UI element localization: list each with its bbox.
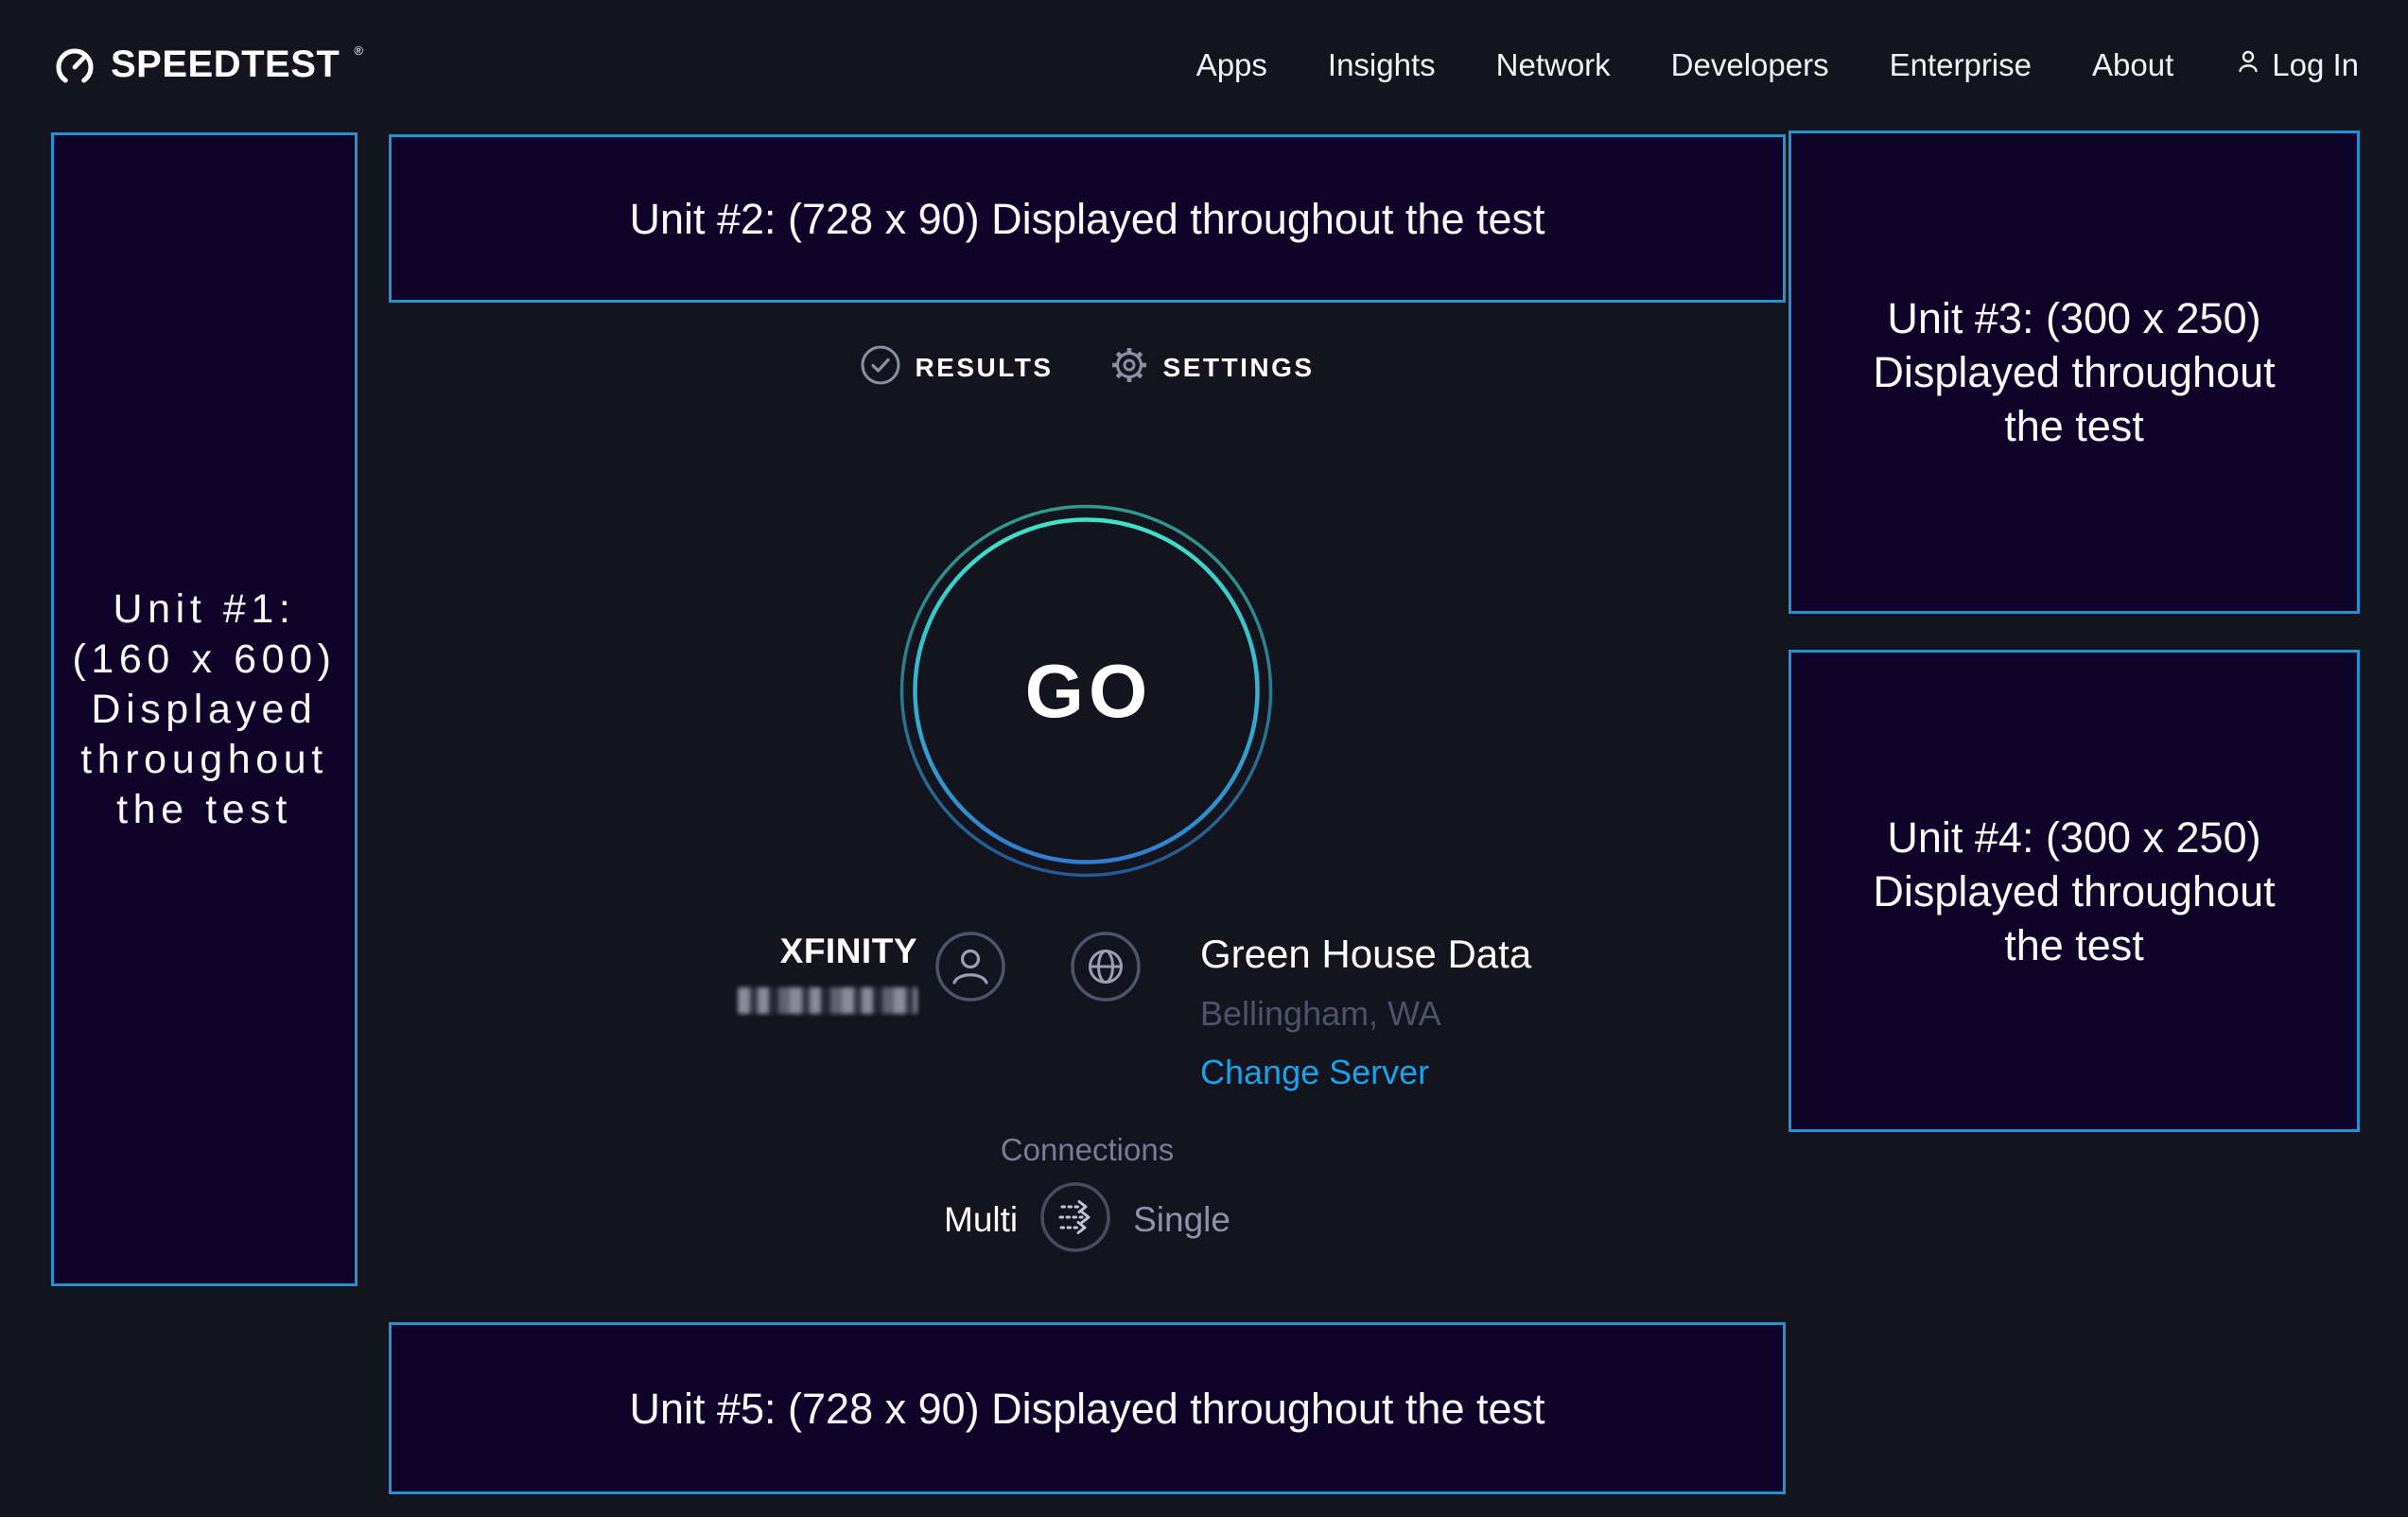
ad-unit-5-leaderboard: Unit #5: (728 x 90) Displayed throughout… <box>389 1322 1786 1494</box>
results-settings-tabs: RESULTS <box>389 344 1786 391</box>
top-nav-bar: SPEEDTEST ® Apps Insights Network Develo… <box>0 0 2408 131</box>
ad-unit-1-skyscraper: Unit #1: (160 x 600) Displayed throughou… <box>51 132 358 1286</box>
go-button[interactable]: GO <box>899 503 1274 879</box>
nav-item-network[interactable]: Network <box>1496 47 1611 83</box>
ad-unit-4-rectangle: Unit #4: (300 x 250) Displayed throughou… <box>1789 650 2360 1132</box>
ad-unit-4-text: Unit #4: (300 x 250) Displayed throughou… <box>1873 811 2275 972</box>
check-circle-icon <box>860 344 901 391</box>
isp-name: XFINITY <box>738 931 917 972</box>
nav-item-apps[interactable]: Apps <box>1196 47 1267 83</box>
tab-results[interactable]: RESULTS <box>860 344 1053 391</box>
speedtest-logo[interactable]: SPEEDTEST ® <box>52 42 363 89</box>
server-location: Bellingham, WA <box>1200 994 1531 1034</box>
person-circle-icon <box>934 931 1006 1007</box>
connections-label: Connections <box>389 1131 1786 1169</box>
tab-settings[interactable]: SETTINGS <box>1108 344 1315 391</box>
connections-multi-option[interactable]: Multi <box>944 1200 1018 1240</box>
tab-results-label: RESULTS <box>915 353 1053 383</box>
ad-unit-3-text: Unit #3: (300 x 250) Displayed throughou… <box>1873 291 2275 453</box>
isp-info: XFINITY <box>738 931 1006 1014</box>
gauge-icon <box>52 42 97 89</box>
ad-unit-5-text: Unit #5: (728 x 90) Displayed throughout… <box>629 1382 1544 1436</box>
globe-circle-icon <box>1070 931 1142 1007</box>
ad-unit-2-leaderboard: Unit #2: (728 x 90) Displayed throughout… <box>389 134 1786 303</box>
login-label: Log In <box>2272 47 2359 83</box>
logo-trademark: ® <box>354 44 363 58</box>
gear-icon <box>1108 344 1150 391</box>
ip-address-redacted <box>738 987 917 1014</box>
page: SPEEDTEST ® Apps Insights Network Develo… <box>0 0 2408 1517</box>
login-link[interactable]: Log In <box>2234 47 2359 83</box>
nav-item-enterprise[interactable]: Enterprise <box>1890 47 2032 83</box>
ad-unit-1-text: Unit #1: (160 x 600) Displayed throughou… <box>72 584 336 835</box>
logo-wordmark: SPEEDTEST <box>111 42 340 87</box>
multi-stream-arrows-icon[interactable] <box>1038 1180 1112 1259</box>
nav-item-developers[interactable]: Developers <box>1671 47 1829 83</box>
server-name: Green House Data <box>1200 931 1531 978</box>
person-icon <box>2234 47 2262 83</box>
connections-single-option[interactable]: Single <box>1133 1200 1230 1240</box>
go-button-label: GO <box>1021 648 1152 735</box>
server-info: Green House Data Bellingham, WA Change S… <box>1070 931 1531 1092</box>
tab-settings-label: SETTINGS <box>1163 353 1315 383</box>
nav-item-insights[interactable]: Insights <box>1328 47 1436 83</box>
nav-item-about[interactable]: About <box>2092 47 2173 83</box>
ad-unit-3-rectangle: Unit #3: (300 x 250) Displayed throughou… <box>1789 131 2360 614</box>
ad-unit-2-text: Unit #2: (728 x 90) Displayed throughout… <box>629 192 1544 246</box>
connections-section: Connections Multi Single <box>389 1131 1786 1259</box>
change-server-link[interactable]: Change Server <box>1200 1053 1429 1092</box>
main-nav: Apps Insights Network Developers Enterpr… <box>1196 47 2359 83</box>
